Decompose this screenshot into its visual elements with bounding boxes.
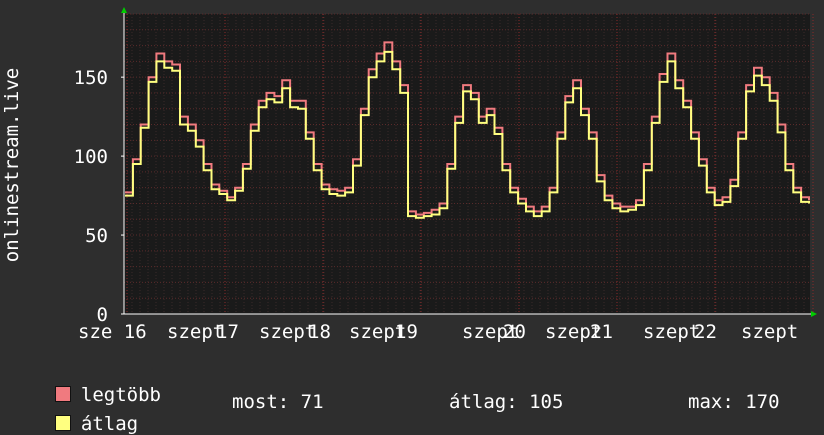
stat-now: most: 71: [232, 391, 324, 413]
y-axis-ticks: 050100150: [74, 67, 124, 326]
legend-item-avg: átlag: [32, 391, 138, 435]
x-axis-arrow: [811, 311, 817, 317]
y-axis-label: onlinestream.live: [1, 68, 23, 262]
x-tick-label: 19: [395, 321, 418, 343]
x-tick-label: 21: [590, 321, 613, 343]
y-tick-label: 150: [74, 67, 108, 89]
x-tick-label: 18: [308, 321, 331, 343]
avg-swatch: [54, 415, 71, 431]
x-tick-label: szept: [741, 321, 798, 343]
y-axis-arrow: [121, 7, 127, 13]
stat-average: átlag: 105: [449, 391, 564, 413]
x-tick-label: szept: [643, 321, 700, 343]
x-axis-ticks: sze 16 szept17 szept18 szept19 szept20 szept2…: [78, 321, 798, 343]
stat-max: max: 170: [688, 391, 780, 413]
x-tick-label: 22: [694, 321, 717, 343]
y-tick-label: 100: [74, 146, 108, 168]
x-tick-label: 17: [216, 321, 239, 343]
y-tick-label: 50: [85, 225, 108, 247]
x-tick-label: sze 16: [78, 321, 147, 343]
legend-avg-label: átlag: [80, 413, 139, 435]
x-tick-label: 20: [503, 321, 526, 343]
